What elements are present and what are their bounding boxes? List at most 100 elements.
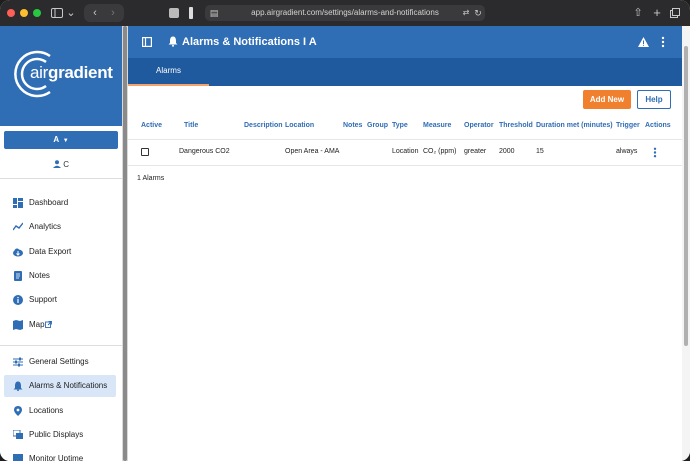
share-icon[interactable]: ⇧ [632, 5, 644, 21]
sidebar-item-monitor-uptime[interactable]: Monitor Uptime [4, 448, 116, 461]
main-content: Alarms & Notifications I A Alarms Add Ne… [128, 26, 682, 461]
info-icon [13, 295, 23, 305]
sidebar-item-label: Alarms & Notifications [29, 381, 108, 390]
sidebar-scrollbar-thumb[interactable] [123, 26, 127, 461]
header-divider [128, 139, 682, 140]
sidebar-item-label: Notes [29, 271, 50, 280]
alarm-location: Open Area - AMA [285, 148, 340, 155]
sidebar-item-general-settings[interactable]: General Settings [4, 351, 116, 373]
menu-toggle-icon[interactable] [142, 37, 152, 47]
brand-header: airgradient [0, 26, 122, 126]
alarm-duration: 15 [536, 148, 544, 155]
analytics-icon [13, 222, 23, 231]
user-icon [52, 160, 61, 168]
map-icon [13, 320, 23, 330]
user-label: C [63, 160, 69, 169]
url-text: app.airgradient.com/settings/alarms-and-… [251, 8, 439, 17]
sidebar: airgradient A ▼ C Dashboard Analytics Da… [0, 26, 122, 461]
brand-logo: airgradient [30, 63, 113, 83]
back-icon[interactable]: ‹ [88, 5, 102, 21]
notes-icon [14, 271, 22, 281]
organization-label: A [53, 135, 59, 144]
translate-icon[interactable]: ⇄ [461, 5, 471, 21]
column-header-trigger[interactable]: Trigger [616, 122, 640, 129]
location-pin-icon [14, 406, 22, 416]
forward-icon[interactable]: › [106, 5, 120, 21]
column-header-active[interactable]: Active [141, 122, 162, 129]
sidebar-item-alarms-notifications[interactable]: Alarms & Notifications [4, 375, 116, 397]
active-checkbox[interactable] [141, 148, 149, 156]
add-new-button[interactable]: Add New [583, 90, 631, 109]
tab-overview-icon[interactable] [669, 5, 681, 21]
alarm-operator: greater [464, 148, 487, 155]
sidebar-item-label: Data Export [29, 247, 72, 256]
new-tab-icon[interactable]: + [651, 5, 663, 21]
zoom-window-button[interactable] [33, 9, 41, 17]
browser-toolbar: ⌄ ‹ › ▤ app.airgradient.com/settings/ala… [0, 0, 690, 26]
sidebar-divider [0, 345, 122, 346]
sidebar-item-locations[interactable]: Locations [4, 400, 116, 422]
sidebar-item-support[interactable]: Support [4, 289, 116, 311]
column-header-location[interactable]: Location [285, 122, 314, 129]
chevron-down-icon[interactable]: ⌄ [66, 5, 76, 21]
extension-icon[interactable] [186, 5, 196, 21]
sidebar-item-notes[interactable]: Notes [4, 265, 116, 287]
sidebar-divider [0, 178, 122, 179]
bell-icon [168, 36, 178, 47]
sidebar-item-public-displays[interactable]: Public Displays [4, 424, 116, 446]
main-scrollbar-thumb[interactable] [684, 46, 688, 346]
column-header-title[interactable]: Title [184, 122, 198, 129]
sidebar-toggle-icon[interactable] [50, 5, 64, 21]
address-bar[interactable]: ▤ app.airgradient.com/settings/alarms-an… [205, 5, 485, 21]
reload-icon[interactable]: ↻ [473, 5, 483, 21]
column-header-operator[interactable]: Operator [464, 122, 494, 129]
organization-selector[interactable]: A ▼ [4, 131, 118, 149]
main-scrollbar[interactable] [682, 26, 690, 461]
close-window-button[interactable] [7, 9, 15, 17]
column-header-group[interactable]: Group [367, 122, 388, 129]
sidebar-item-label: Support [29, 295, 58, 304]
dashboard-icon [13, 198, 23, 208]
column-header-actions: Actions [645, 122, 671, 129]
page-title: Alarms & Notifications I A [182, 36, 317, 48]
alarm-count: 1 Alarms [137, 175, 165, 182]
sidebar-item-label: Locations [29, 406, 64, 415]
alarm-trigger: always [616, 148, 638, 155]
tab-alarms[interactable]: Alarms [128, 58, 209, 86]
sidebar-item-label: General Settings [29, 357, 89, 366]
sliders-icon [13, 357, 23, 367]
column-header-threshold[interactable]: Threshold [499, 122, 533, 129]
help-button[interactable]: Help [637, 90, 671, 109]
row-divider [128, 165, 682, 166]
more-vertical-icon[interactable] [661, 36, 665, 48]
column-header-measure[interactable]: Measure [423, 122, 451, 129]
sidebar-item-dashboard[interactable]: Dashboard [4, 192, 116, 214]
uptime-icon [13, 454, 23, 461]
browser-window: ⌄ ‹ › ▤ app.airgradient.com/settings/ala… [0, 0, 690, 461]
bell-icon [13, 381, 23, 391]
warning-icon[interactable] [638, 37, 649, 47]
cloud-download-icon [13, 248, 23, 257]
alarm-title: Dangerous CO2 [179, 148, 230, 155]
tab-favicon-icon[interactable] [168, 5, 180, 21]
sidebar-item-label: Map [29, 320, 45, 329]
column-header-type[interactable]: Type [392, 122, 408, 129]
logo-bold: gradient [48, 63, 113, 82]
column-header-duration[interactable]: Duration met (minutes) [536, 122, 613, 129]
sidebar-item-label: Analytics [29, 222, 62, 231]
user-account[interactable]: C [0, 158, 122, 172]
displays-icon [13, 430, 23, 439]
sidebar-item-map[interactable]: Map [4, 314, 116, 336]
caret-down-icon: ▼ [61, 138, 69, 144]
alarm-threshold: 2000 [499, 148, 515, 155]
column-header-description[interactable]: Description [244, 122, 283, 129]
minimize-window-button[interactable] [20, 9, 28, 17]
logo-regular: air [30, 63, 48, 82]
sidebar-item-data-export[interactable]: Data Export [4, 241, 116, 263]
sidebar-item-analytics[interactable]: Analytics [4, 216, 116, 238]
row-actions-icon[interactable] [653, 147, 657, 158]
sidebar-item-label: Public Displays [29, 430, 84, 439]
tab-bar: Alarms [128, 58, 682, 86]
column-header-notes[interactable]: Notes [343, 122, 362, 129]
alarm-type: Location [392, 148, 419, 155]
